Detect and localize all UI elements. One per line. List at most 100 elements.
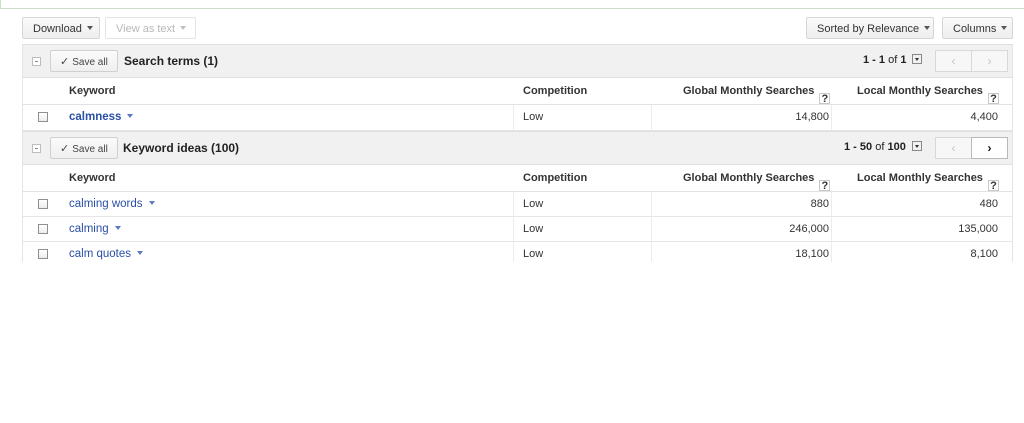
table-row: calmness Low 14,800 4,400 xyxy=(23,105,1012,131)
divider xyxy=(513,192,514,216)
keyword-link[interactable]: calmness xyxy=(69,111,134,123)
save-all-label: Save all xyxy=(72,144,108,155)
section-title: Keyword ideas (100) xyxy=(123,141,240,155)
divider xyxy=(513,105,514,130)
keyword-text: calming words xyxy=(69,198,143,210)
competition-value: Low xyxy=(523,223,544,235)
top-border xyxy=(0,0,1024,9)
download-button[interactable]: Download xyxy=(22,17,100,39)
row-checkbox[interactable] xyxy=(38,224,48,234)
chevron-down-icon xyxy=(180,26,187,31)
checkmark-icon: ✓ xyxy=(60,56,70,68)
left-edge xyxy=(0,0,1,8)
table-row: calm quotes Low 18,100 8,100 xyxy=(23,242,1012,262)
pager-total: 100 xyxy=(887,141,906,153)
pager: 1 - 50 of 100 xyxy=(844,141,922,153)
col-global-monthly[interactable]: Global Monthly Searches? xyxy=(683,85,831,104)
pager-dropdown-icon[interactable] xyxy=(912,54,923,65)
sort-button[interactable]: Sorted by Relevance xyxy=(806,17,934,39)
keyword-link[interactable]: calming words xyxy=(69,198,155,210)
view-as-text-button[interactable]: View as text xyxy=(105,17,196,39)
download-label: Download xyxy=(33,23,82,35)
row-checkbox[interactable] xyxy=(38,199,48,209)
help-icon[interactable]: ? xyxy=(819,92,831,104)
help-icon[interactable]: ? xyxy=(987,179,999,191)
col-local-label: Local Monthly Searches xyxy=(857,172,983,184)
divider xyxy=(651,105,652,130)
global-searches-value: 246,000 xyxy=(789,223,829,235)
col-local-monthly[interactable]: Local Monthly Searches? xyxy=(857,85,999,104)
columns-button[interactable]: Columns xyxy=(942,17,1013,39)
save-all-button[interactable]: ✓ Save all xyxy=(50,137,118,159)
col-competition[interactable]: Competition xyxy=(523,85,587,97)
local-searches-value: 4,400 xyxy=(970,111,998,123)
column-header-row: Keyword Competition Global Monthly Searc… xyxy=(23,165,1012,192)
col-local-label: Local Monthly Searches xyxy=(857,85,983,97)
view-as-text-label: View as text xyxy=(116,23,176,35)
divider xyxy=(831,105,832,130)
help-icon[interactable]: ? xyxy=(819,179,831,191)
chevron-right-icon: › xyxy=(987,141,992,155)
divider xyxy=(513,242,514,262)
table-row: calming Low 246,000 135,000 xyxy=(23,217,1012,242)
local-searches-value: 8,100 xyxy=(970,248,998,260)
toolbar: Download View as text Sorted by Relevanc… xyxy=(22,17,1013,41)
col-competition[interactable]: Competition xyxy=(523,172,587,184)
pager-of: of xyxy=(875,141,885,153)
chevron-down-icon xyxy=(1001,26,1008,31)
save-all-label: Save all xyxy=(72,57,108,68)
col-local-monthly[interactable]: Local Monthly Searches? xyxy=(857,172,999,191)
prev-page-button[interactable]: ‹ xyxy=(935,50,972,72)
divider xyxy=(651,242,652,262)
global-searches-value: 14,800 xyxy=(795,111,829,123)
chevron-down-icon[interactable] xyxy=(137,250,144,255)
chevron-down-icon[interactable] xyxy=(114,225,121,230)
competition-value: Low xyxy=(523,248,544,260)
divider xyxy=(831,217,832,241)
competition-value: Low xyxy=(523,111,544,123)
col-keyword[interactable]: Keyword xyxy=(69,172,115,184)
next-page-button[interactable]: › xyxy=(971,137,1008,159)
next-page-button[interactable]: › xyxy=(971,50,1008,72)
row-checkbox[interactable] xyxy=(38,112,48,122)
row-checkbox[interactable] xyxy=(38,249,48,259)
keyword-link[interactable]: calming xyxy=(69,223,121,235)
keyword-text: calmness xyxy=(69,111,122,123)
prev-page-button[interactable]: ‹ xyxy=(935,137,972,159)
help-icon[interactable]: ? xyxy=(987,92,999,104)
chevron-down-icon xyxy=(86,26,93,31)
pager: 1 - 1 of 1 xyxy=(863,54,923,66)
chevron-down-icon xyxy=(924,26,931,31)
col-global-monthly[interactable]: Global Monthly Searches? xyxy=(683,172,831,191)
keyword-text: calming xyxy=(69,223,109,235)
col-global-label: Global Monthly Searches xyxy=(683,172,815,184)
collapse-icon[interactable] xyxy=(32,144,41,153)
divider xyxy=(831,242,832,262)
pager-range: 1 - 50 xyxy=(844,141,873,153)
section-title: Search terms (1) xyxy=(124,54,219,68)
chevron-down-icon[interactable] xyxy=(148,200,155,205)
pager-dropdown-icon[interactable] xyxy=(911,141,922,152)
chevron-left-icon: ‹ xyxy=(951,54,956,68)
chevron-down-icon[interactable] xyxy=(127,113,134,118)
pager-of: of xyxy=(888,54,898,66)
divider xyxy=(513,217,514,241)
col-global-label: Global Monthly Searches xyxy=(683,85,815,97)
collapse-icon[interactable] xyxy=(32,57,41,66)
global-searches-value: 880 xyxy=(810,198,829,210)
checkmark-icon: ✓ xyxy=(60,143,70,155)
columns-label: Columns xyxy=(953,23,997,35)
save-all-button[interactable]: ✓ Save all xyxy=(50,50,118,72)
pager-total: 1 xyxy=(900,54,907,66)
chevron-right-icon: › xyxy=(987,54,992,68)
pager-range: 1 - 1 xyxy=(863,54,886,66)
keyword-text: calm quotes xyxy=(69,248,132,260)
table-row: calming words Low 880 480 xyxy=(23,192,1012,217)
sort-label: Sorted by Relevance xyxy=(817,23,920,35)
keyword-link[interactable]: calm quotes xyxy=(69,248,144,260)
col-keyword[interactable]: Keyword xyxy=(69,85,115,97)
chevron-left-icon: ‹ xyxy=(951,141,956,155)
keyword-ideas-header: ✓ Save all Keyword ideas (100) 1 - 50 of … xyxy=(23,131,1012,165)
local-searches-value: 135,000 xyxy=(958,223,998,235)
divider xyxy=(651,192,652,216)
